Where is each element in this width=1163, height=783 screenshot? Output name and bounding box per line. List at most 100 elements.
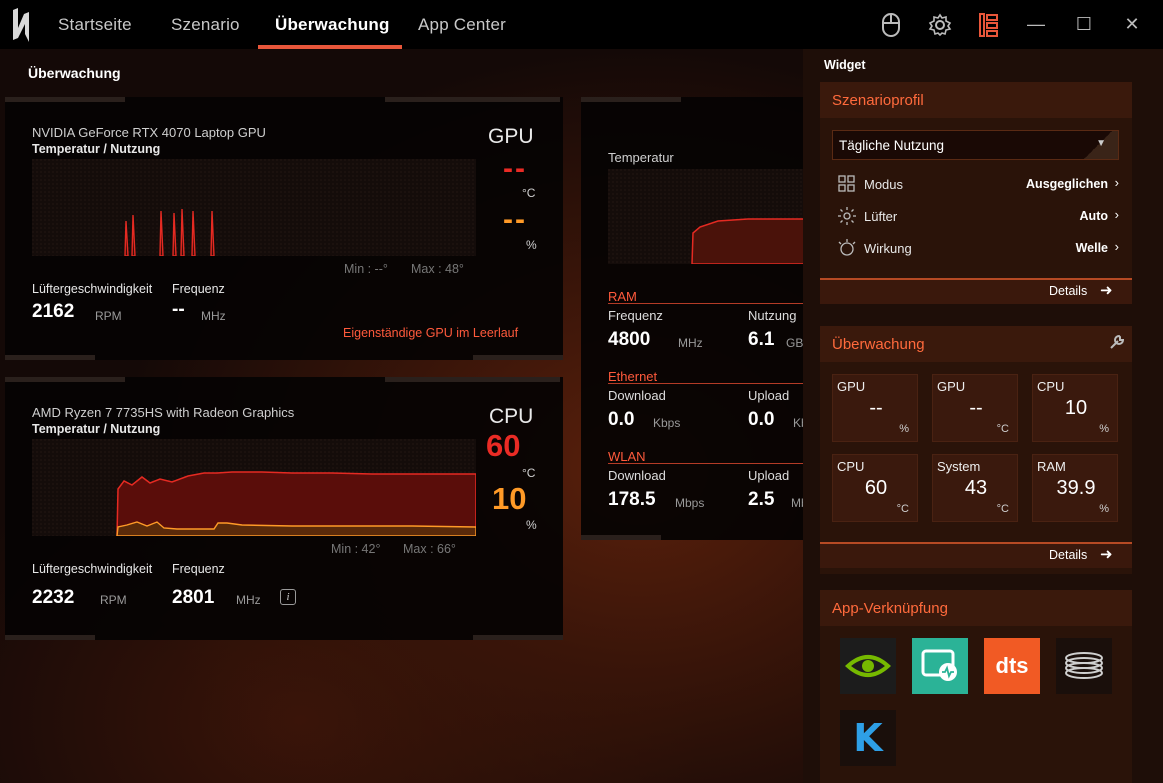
app-shortcuts-card: App-Verknüpfung dts K — [820, 590, 1132, 783]
monitor-cell-ram-usage: RAM 39.9% — [1032, 454, 1118, 522]
cpu-max: Max : 66° — [403, 542, 456, 556]
system-temp-label: Temperatur — [608, 150, 674, 165]
ethernet-down-value: 0.0 — [608, 409, 635, 430]
fan-value[interactable]: Auto — [1080, 209, 1108, 223]
ethernet-title: Ethernet — [608, 369, 658, 384]
gpu-usage-value: -- — [503, 203, 527, 236]
ethernet-down-unit: Kbps — [653, 416, 681, 430]
cpu-usage-value: 10 — [492, 481, 527, 516]
wlan-up-value: 2.5 — [748, 489, 775, 510]
gpu-panel: NVIDIA GeForce RTX 4070 Laptop GPU Tempe… — [5, 97, 563, 360]
gpu-fan-unit: RPM — [95, 309, 122, 323]
gpu-status: Eigenständige GPU im Leerlauf — [343, 326, 519, 340]
title-bar: Startseite Szenario Überwachung App Cent… — [0, 0, 1163, 49]
gpu-temp-unit: °C — [522, 186, 536, 200]
gpu-usage-unit: % — [526, 238, 537, 252]
cpu-freq-unit: MHz — [236, 593, 261, 607]
monitor-cell-gpu-usage: GPU --% — [832, 374, 918, 442]
mouse-icon[interactable] — [880, 12, 902, 38]
ram-usage-label: Nutzung — [748, 308, 797, 323]
ram-freq-label: Frequenz — [608, 308, 663, 323]
monitor-app-icon[interactable] — [912, 638, 968, 694]
ram-title: RAM — [608, 289, 637, 304]
chevron-right-icon[interactable]: › — [1115, 175, 1119, 190]
gpu-temp-value: -- — [503, 152, 527, 185]
gpu-fan-label: Lüftergeschwindigkeit — [32, 282, 153, 296]
cpu-temp-unit: °C — [522, 466, 536, 480]
cpu-usage-unit: % — [526, 518, 537, 532]
gpu-max: Max : 48° — [411, 262, 464, 276]
monitor-card: Überwachung GPU --% GPU -- °C CPU 10% CPU 60 °… — [820, 326, 1132, 574]
system-panel: Temperatur RAM Frequenz Nutzung 4800 MHz… — [581, 97, 821, 540]
cpu-min: Min : 42° — [331, 542, 381, 556]
wlan-down-value: 178.5 — [608, 489, 656, 510]
wrench-icon[interactable] — [1108, 333, 1126, 351]
fan-label: Lüfter — [864, 209, 898, 224]
app-shortcuts-title: App-Verknüpfung — [820, 590, 1132, 626]
tab-szenario[interactable]: Szenario — [171, 15, 240, 35]
profile-details-bar: Details ➜ — [820, 278, 1132, 304]
info-icon[interactable]: i — [280, 589, 296, 605]
tab-startseite[interactable]: Startseite — [58, 15, 132, 35]
coil-app-icon[interactable] — [1056, 638, 1112, 694]
active-tab-indicator — [258, 45, 402, 49]
cpu-temp-value: 60 — [486, 428, 521, 463]
gpu-freq-value: -- — [172, 299, 185, 320]
widget-panel: Widget Szenarioprofil Tägliche Nutzung ▼… — [803, 49, 1163, 783]
chevron-right-icon[interactable]: › — [1115, 207, 1119, 222]
system-temp-chart — [608, 169, 808, 264]
cpu-panel: AMD Ryzen 7 7735HS with Radeon Graphics … — [5, 377, 563, 640]
ram-usage-value: 6.1 — [748, 329, 775, 350]
profile-dropdown[interactable]: Tägliche Nutzung ▼ — [832, 130, 1119, 160]
gpu-chart — [32, 159, 476, 256]
chevron-down-icon: ▼ — [1096, 138, 1106, 149]
monitor-card-title: Überwachung — [820, 326, 1132, 362]
arrow-right-icon[interactable]: ➜ — [1100, 545, 1113, 563]
gear-icon[interactable] — [928, 13, 952, 37]
monitor-cell-system-temp: System 43 °C — [932, 454, 1018, 522]
wlan-down-label: Download — [608, 468, 666, 483]
ethernet-up-label: Upload — [748, 388, 790, 403]
monitor-details-bar: Details ➜ — [820, 542, 1132, 568]
gpu-min: Min : --° — [344, 262, 388, 276]
mode-value[interactable]: Ausgeglichen — [1026, 177, 1108, 191]
monitor-details-link[interactable]: Details — [1049, 548, 1087, 562]
tab-app-center[interactable]: App Center — [418, 15, 506, 35]
cpu-freq-value: 2801 — [172, 587, 215, 608]
monitor-cell-cpu-temp: CPU 60 °C — [832, 454, 918, 522]
cpu-fan-value: 2232 — [32, 587, 75, 608]
k-app-icon[interactable]: K — [840, 710, 896, 766]
ram-freq-unit: MHz — [678, 336, 703, 350]
gpu-fan-value: 2162 — [32, 301, 75, 322]
gpu-freq-unit: MHz — [201, 309, 226, 323]
widget-panel-icon[interactable] — [978, 12, 1000, 38]
tab-ueberwachung[interactable]: Überwachung — [275, 15, 390, 35]
scenario-profile-title: Szenarioprofil — [820, 82, 1132, 118]
gpu-freq-label: Frequenz — [172, 282, 225, 296]
cpu-name: AMD Ryzen 7 7735HS with Radeon Graphics — [32, 405, 295, 420]
ram-freq-value: 4800 — [608, 329, 651, 350]
gpu-name: NVIDIA GeForce RTX 4070 Laptop GPU — [32, 125, 266, 140]
minimize-icon[interactable]: — — [1024, 12, 1048, 36]
monitor-cell-gpu-temp: GPU -- °C — [932, 374, 1018, 442]
fan-icon — [838, 207, 856, 225]
cpu-subtitle: Temperatur / Nutzung — [32, 422, 161, 436]
profile-details-link[interactable]: Details — [1049, 284, 1087, 298]
arrow-right-icon[interactable]: ➜ — [1100, 281, 1113, 299]
effect-value[interactable]: Welle — [1076, 241, 1108, 255]
close-icon[interactable]: ✕ — [1120, 12, 1144, 36]
monitor-cell-cpu-usage: CPU 10% — [1032, 374, 1118, 442]
app-window: { "nav":{"tabs":[{"label":"Startseite"},… — [0, 0, 1163, 783]
ram-usage-unit: GB — [786, 336, 804, 350]
mode-grid-icon — [838, 175, 855, 192]
cpu-fan-label: Lüftergeschwindigkeit — [32, 562, 153, 576]
dts-app-icon[interactable]: dts — [984, 638, 1040, 694]
cpu-fan-unit: RPM — [100, 593, 127, 607]
gpu-tag: GPU — [488, 125, 534, 148]
chevron-right-icon[interactable]: › — [1115, 239, 1119, 254]
maximize-icon[interactable]: ☐ — [1072, 12, 1096, 36]
scenario-profile-card: Szenarioprofil Tägliche Nutzung ▼ Modus … — [820, 82, 1132, 304]
nvidia-app-icon[interactable] — [840, 638, 896, 694]
profile-dropdown-value: Tägliche Nutzung — [839, 138, 945, 153]
cpu-chart — [32, 439, 476, 536]
